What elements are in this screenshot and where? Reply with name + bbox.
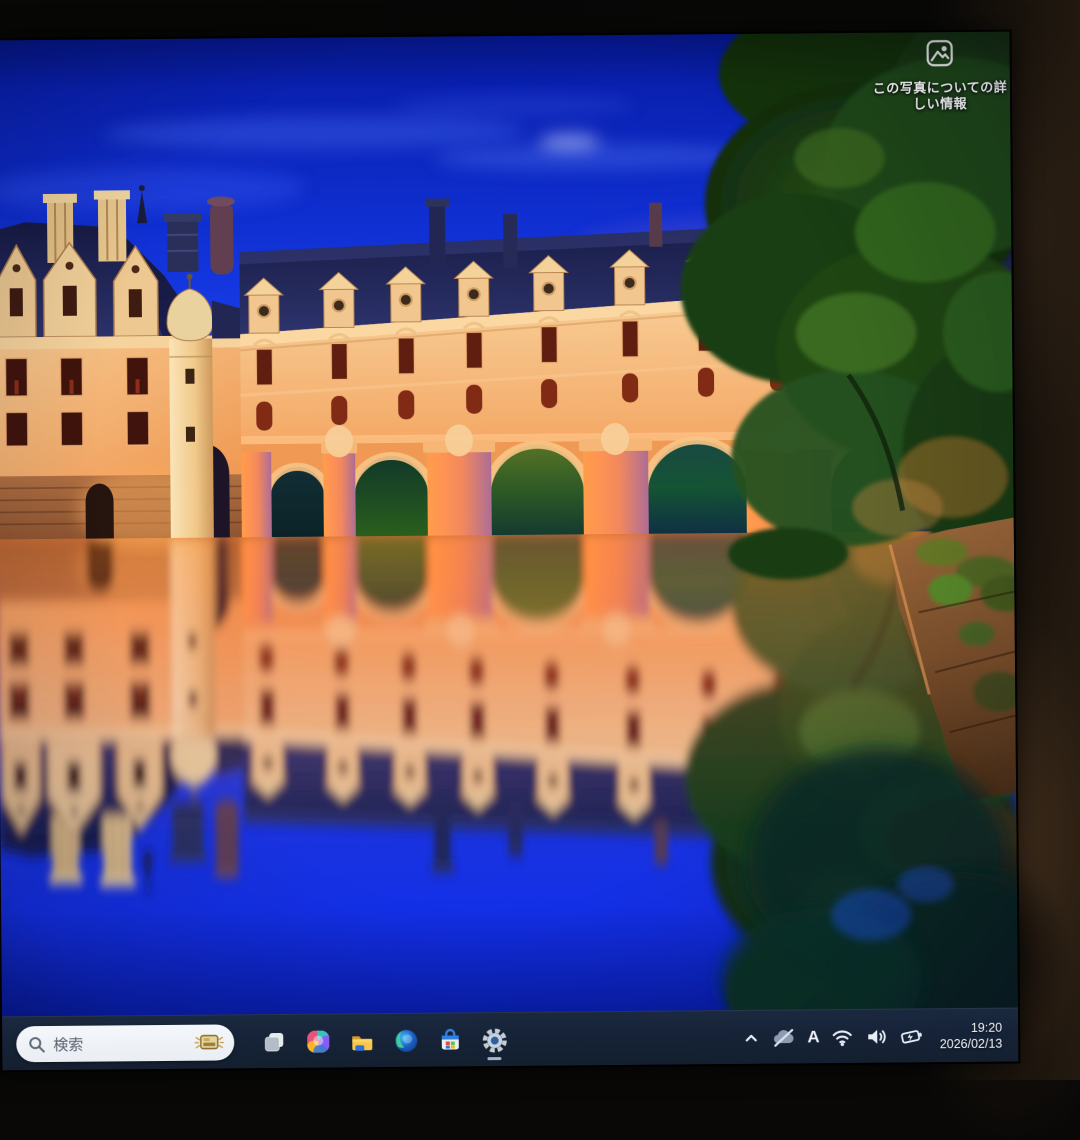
ime-mode-indicator[interactable]: A — [807, 1027, 819, 1047]
spotlight-text-line1: この写真についての詳 — [873, 80, 1008, 97]
search-highlight-icon[interactable] — [194, 1032, 224, 1052]
battery-charging-icon[interactable] — [900, 1025, 926, 1047]
edge-button[interactable] — [384, 1019, 428, 1063]
spotlight-text-line2: しい情報 — [913, 96, 967, 112]
taskbar: 検索 — [2, 1008, 1018, 1071]
monitor-screen: この写真についての詳 しい情報 検索 — [0, 32, 1018, 1071]
task-view-button[interactable] — [252, 1020, 296, 1064]
wallpaper-image — [0, 32, 1018, 1017]
settings-button[interactable] — [472, 1018, 516, 1062]
wifi-icon[interactable] — [831, 1027, 855, 1047]
clock-date: 2026/02/13 — [940, 1036, 1003, 1053]
copilot-button[interactable] — [296, 1019, 340, 1063]
picture-info-icon — [925, 38, 955, 73]
tray-chevron-up-icon[interactable] — [742, 1029, 760, 1047]
clock-time: 19:20 — [940, 1020, 1003, 1037]
system-tray: A — [731, 1009, 1018, 1066]
settings-active-indicator — [487, 1057, 501, 1060]
search-icon — [28, 1036, 45, 1053]
volume-icon[interactable] — [866, 1027, 889, 1047]
search-placeholder: 検索 — [53, 1032, 194, 1054]
file-explorer-button[interactable] — [340, 1019, 384, 1063]
taskbar-clock[interactable]: 19:20 2026/02/13 — [940, 1020, 1003, 1053]
spotlight-hint[interactable]: この写真についての詳 しい情報 — [862, 38, 1019, 113]
search-box[interactable]: 検索 — [16, 1024, 234, 1062]
microsoft-store-button[interactable] — [428, 1018, 472, 1062]
onedrive-paused-icon[interactable] — [771, 1026, 796, 1048]
taskbar-apps — [252, 1013, 516, 1069]
